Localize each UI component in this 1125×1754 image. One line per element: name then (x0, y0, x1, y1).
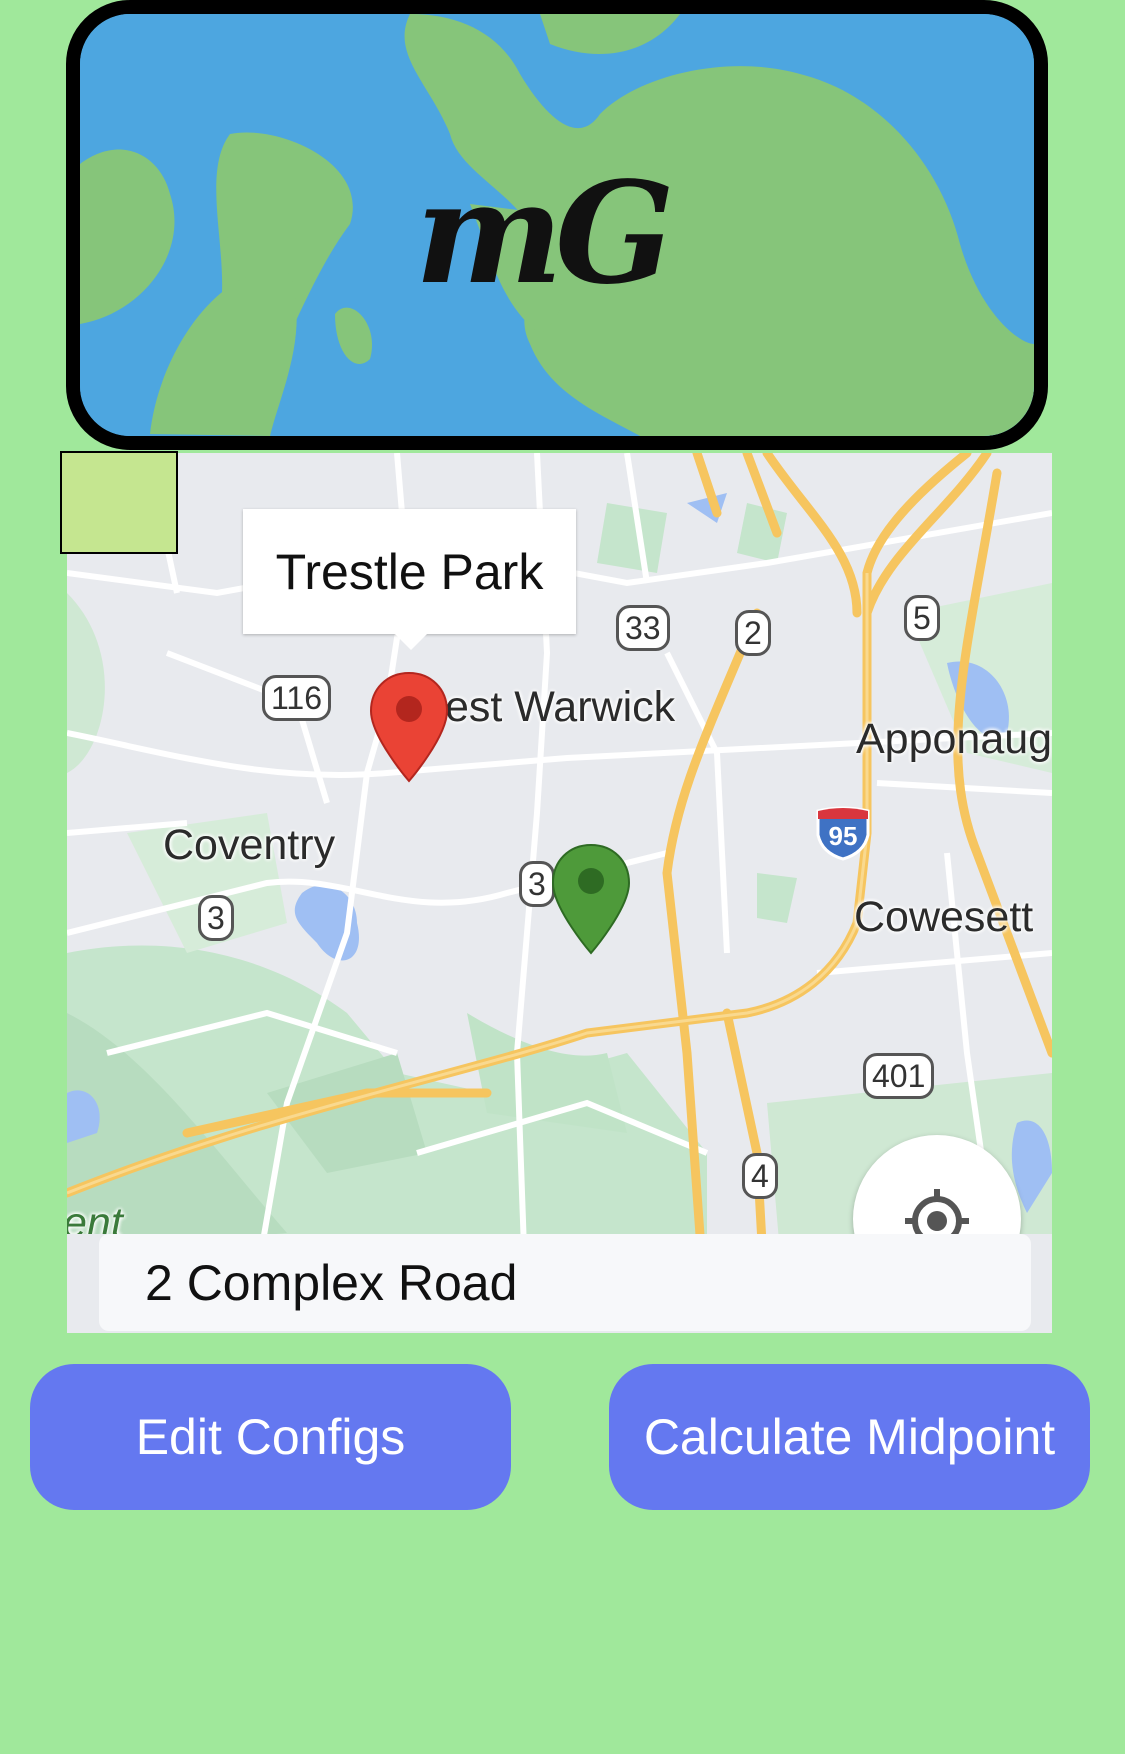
callout-title: Trestle Park (275, 543, 544, 600)
edit-configs-button[interactable]: Edit Configs (30, 1364, 511, 1510)
green-pin-icon[interactable] (551, 843, 631, 960)
route-shield: 4 (742, 1153, 778, 1199)
map-place-label: est Warwick (445, 683, 676, 731)
red-pin-icon[interactable] (369, 671, 449, 788)
address-bar (67, 1234, 1052, 1333)
route-shield: 3 (198, 895, 234, 941)
route-shield: 2 (735, 610, 771, 656)
route-shield: 5 (904, 595, 940, 641)
map-place-label: Coventry (163, 821, 336, 869)
map-corner-square (60, 451, 178, 554)
map-place-label: Apponaug (856, 715, 1052, 763)
address-input[interactable] (99, 1234, 1031, 1331)
logo-banner: mG (66, 0, 1048, 450)
interstate-shield: 95 (814, 805, 872, 861)
logo-text: mG (415, 152, 675, 316)
route-shield: 401 (863, 1053, 935, 1099)
interstate-shield-label: 95 (828, 821, 858, 851)
route-shield: 3 (519, 861, 555, 907)
route-shield: 33 (616, 605, 670, 651)
marker-info-callout: Trestle Park (243, 509, 576, 650)
calculate-midpoint-button[interactable]: Calculate Midpoint (609, 1364, 1090, 1510)
map-place-label: Cowesett (854, 893, 1034, 941)
route-shield: 116 (262, 675, 332, 721)
